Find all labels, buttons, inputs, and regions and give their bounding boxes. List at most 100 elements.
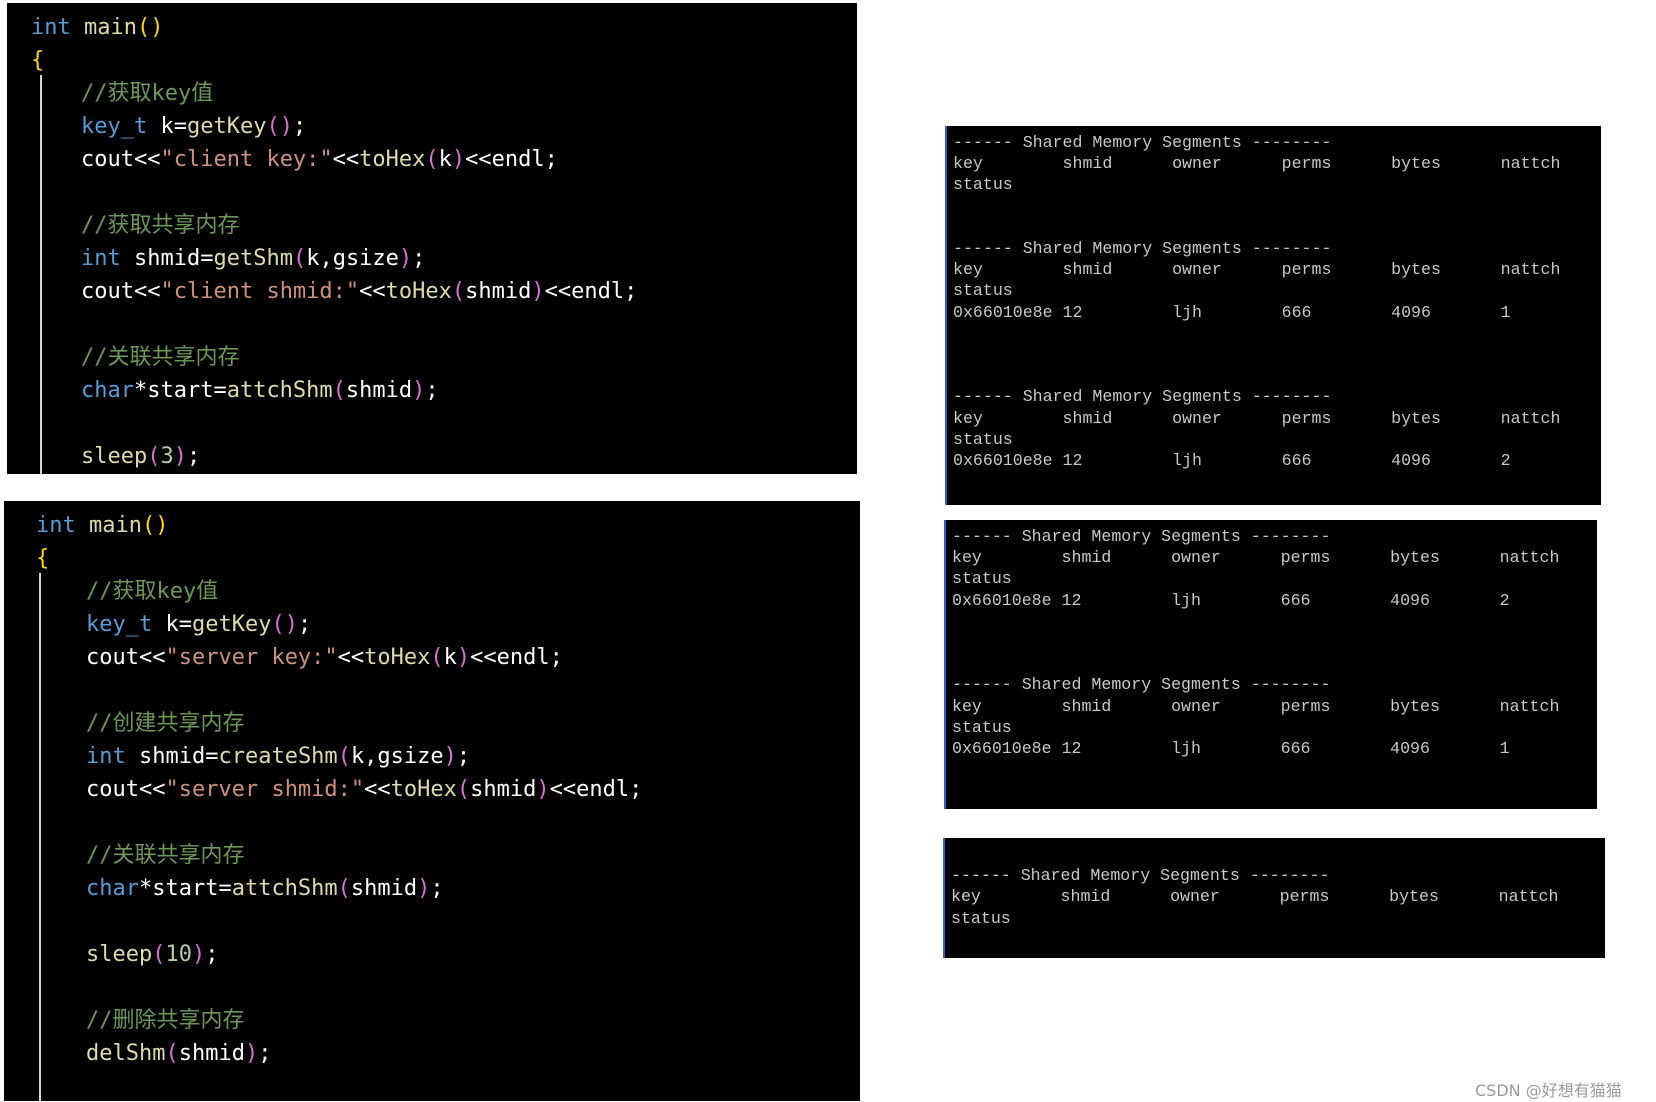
code-line: char*start=attchShm(shmid); — [86, 872, 444, 905]
code-line: //关联共享内存 — [86, 839, 245, 872]
code-token: () — [266, 114, 293, 139]
code-token: shmid= — [138, 744, 219, 769]
code-line: int main() — [31, 11, 163, 44]
code-token: ) — [417, 876, 431, 901]
code-token: "client shmid:" — [160, 279, 360, 304]
indent-guide — [39, 573, 41, 1101]
terminal-output-3: ------ Shared Memory Segments -------- k… — [943, 838, 1605, 958]
code-token: k= — [165, 612, 192, 637]
code-token: getShm — [213, 246, 293, 271]
code-line: //关联共享内存 — [81, 341, 240, 374]
client-code-panel: int main(){//获取key值 key_t k=getKey(); cout… — [7, 3, 857, 474]
code-token: k — [438, 147, 452, 172]
code-token: cout<< — [81, 147, 161, 172]
code-token: int — [31, 15, 84, 40]
code-token: sleep — [86, 942, 153, 967]
code-line: { — [36, 542, 49, 575]
code-token: //获取共享内存 — [81, 213, 240, 238]
code-token: ) — [173, 444, 187, 469]
code-token: main — [83, 15, 137, 40]
code-token: //关联共享内存 — [86, 843, 245, 868]
code-line: int shmid=getShm(k,gsize); — [81, 242, 425, 275]
code-token: shmid= — [133, 246, 214, 271]
code-token: ( — [292, 246, 307, 271]
code-token: //删除共享内存 — [86, 1008, 245, 1033]
code-token: ; — [258, 1041, 272, 1066]
code-token: delShm — [86, 1041, 166, 1066]
code-token: () — [136, 15, 164, 40]
code-token: <<endl; — [470, 645, 563, 670]
code-line: sleep(3); — [81, 440, 200, 473]
code-token: key_t — [81, 114, 161, 139]
code-token: ) — [456, 645, 471, 670]
code-line: //删除共享内存 — [86, 1004, 245, 1037]
code-token: sleep — [81, 444, 148, 469]
code-token: 10 — [165, 942, 192, 967]
code-token: ) — [244, 1041, 259, 1066]
code-line: int shmid=createShm(k,gsize); — [86, 740, 470, 773]
code-line: sleep(10); — [86, 938, 218, 971]
code-line: cout<<"server shmid:"<<toHex(shmid)<<end… — [86, 773, 642, 806]
code-token: << — [364, 777, 391, 802]
code-token: createShm — [218, 744, 338, 769]
code-token: ; — [297, 612, 312, 637]
code-token: shmid — [350, 876, 418, 901]
code-token: << — [332, 147, 360, 172]
code-token: int — [86, 744, 139, 769]
code-token: //获取key值 — [86, 579, 219, 604]
code-token: k,gsize — [306, 246, 399, 271]
code-token: shmid — [470, 777, 537, 802]
code-token: <<endl; — [549, 777, 643, 802]
code-token: ) — [531, 279, 545, 304]
code-token: toHex — [385, 279, 452, 304]
code-token: { — [31, 48, 45, 73]
code-token: << — [337, 645, 365, 670]
code-token: () — [141, 513, 169, 538]
code-token: key_t — [86, 612, 166, 637]
terminal-text: ------ Shared Memory Segments -------- k… — [952, 527, 1560, 759]
code-token: ; — [292, 114, 307, 139]
code-line: //创建共享内存 — [86, 707, 245, 740]
code-line: //获取共享内存 — [81, 209, 240, 242]
code-line: key_t k=getKey(); — [86, 608, 311, 641]
code-token: toHex — [390, 777, 457, 802]
code-line: cout<<"client key:"<<toHex(k)<<endl; — [81, 143, 558, 176]
code-token: char — [81, 378, 134, 403]
code-token: shmid — [178, 1041, 245, 1066]
code-token: "server shmid:" — [165, 777, 365, 802]
code-token: getKey — [191, 612, 272, 637]
code-token: ; — [412, 246, 426, 271]
code-token: attchShm — [231, 876, 338, 901]
terminal-text: ------ Shared Memory Segments -------- k… — [953, 133, 1561, 471]
code-token: ( — [152, 942, 166, 967]
code-token: ( — [165, 1041, 179, 1066]
code-token: ) — [443, 744, 457, 769]
code-token: *start= — [133, 378, 227, 403]
code-token: <<endl; — [544, 279, 638, 304]
code-line: cout<<"client shmid:"<<toHex(shmid)<<end… — [81, 275, 637, 308]
code-token: ( — [337, 876, 351, 901]
code-line: //获取key值 — [86, 575, 218, 608]
code-token: << — [359, 279, 386, 304]
code-line: { — [31, 44, 44, 77]
code-token: shmid — [345, 378, 413, 403]
code-token: ) — [451, 147, 466, 172]
terminal-output-2: ------ Shared Memory Segments -------- k… — [944, 520, 1597, 809]
code-token: toHex — [359, 147, 426, 172]
code-token: ; — [425, 378, 439, 403]
code-token: attchShm — [226, 378, 333, 403]
code-token: <<endl; — [465, 147, 558, 172]
code-token: ) — [412, 378, 426, 403]
code-token: ; — [186, 444, 201, 469]
code-line: delShm(shmid); — [86, 1037, 271, 1070]
code-token: ( — [451, 279, 466, 304]
code-line: cout<<"server key:"<<toHex(k)<<endl; — [86, 641, 563, 674]
code-token: main — [88, 513, 142, 538]
code-line: int main() — [36, 509, 168, 542]
code-token: ( — [332, 378, 346, 403]
code-token: ; — [456, 744, 471, 769]
code-token: 3 — [160, 444, 174, 469]
server-code-panel: int main(){//获取key值 key_t k=getKey(); cout… — [4, 501, 860, 1101]
code-token: shmid — [465, 279, 532, 304]
code-token: *start= — [138, 876, 232, 901]
